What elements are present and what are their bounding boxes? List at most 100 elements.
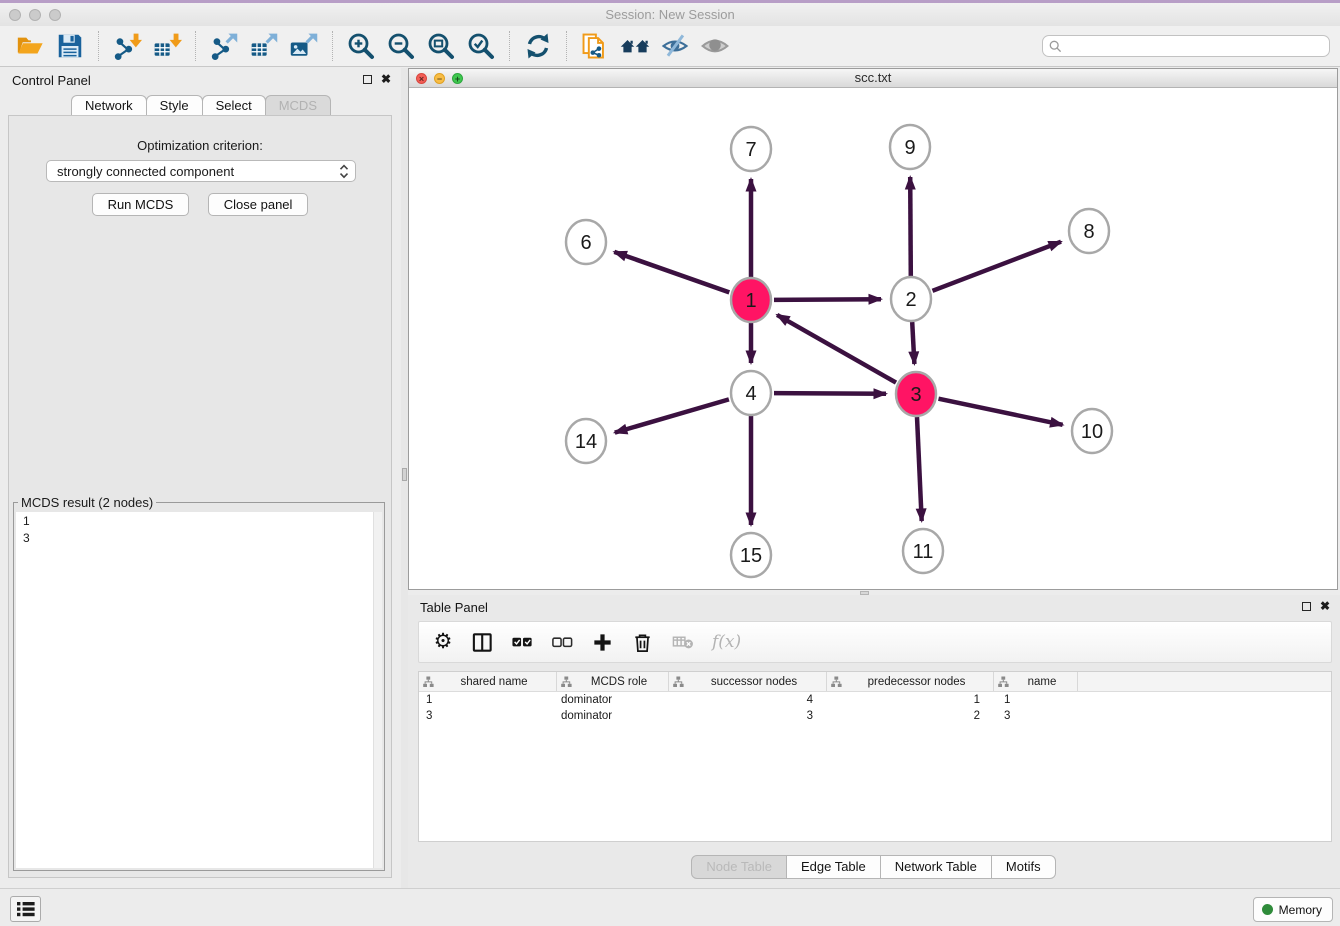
export-network-button[interactable] bbox=[207, 29, 241, 63]
node-table[interactable]: shared nameMCDS rolesuccessor nodes prede… bbox=[418, 671, 1332, 842]
network-canvas[interactable]: 1 2 3 4 6 7 8 9 10 11 14 15 bbox=[409, 89, 1337, 589]
node-8[interactable]: 8 bbox=[1069, 209, 1109, 253]
node-4[interactable]: 4 bbox=[731, 371, 771, 415]
zoom-window-button[interactable] bbox=[49, 9, 61, 21]
column-header-successor-nodes[interactable]: successor nodes bbox=[669, 672, 827, 691]
close-panel-button[interactable]: Close panel bbox=[208, 193, 309, 216]
table-cell[interactable]: 2 bbox=[827, 708, 994, 724]
zoom-out-button[interactable] bbox=[384, 29, 418, 63]
tab-node-table[interactable]: Node Table bbox=[691, 855, 787, 879]
node-15[interactable]: 15 bbox=[731, 533, 771, 577]
node-9[interactable]: 9 bbox=[890, 125, 930, 169]
import-network-button[interactable] bbox=[110, 29, 144, 63]
close-window-button[interactable] bbox=[9, 9, 21, 21]
edge-3-1[interactable] bbox=[777, 315, 896, 383]
node-6[interactable]: 6 bbox=[566, 220, 606, 264]
memory-button[interactable]: Memory bbox=[1253, 897, 1333, 922]
save-session-button[interactable] bbox=[53, 29, 87, 63]
tab-mcds[interactable]: MCDS bbox=[265, 95, 331, 117]
table-cell[interactable]: 3 bbox=[419, 708, 557, 724]
divider-grip[interactable] bbox=[402, 468, 407, 481]
open-session-button[interactable] bbox=[13, 29, 47, 63]
table-cell[interactable]: 3 bbox=[669, 708, 827, 724]
show-all-button[interactable] bbox=[698, 29, 732, 63]
select-all-icon[interactable] bbox=[511, 630, 534, 654]
network-graph[interactable]: 1 2 3 4 6 7 8 9 10 11 14 15 bbox=[409, 89, 1337, 590]
deselect-all-icon[interactable] bbox=[551, 630, 574, 654]
zoom-in-button[interactable] bbox=[344, 29, 378, 63]
hide-selected-button[interactable] bbox=[658, 29, 692, 63]
column-header-predecessor-nodes[interactable]: predecessor nodes bbox=[827, 672, 994, 691]
tab-motifs[interactable]: Motifs bbox=[991, 855, 1056, 879]
export-table-button[interactable] bbox=[247, 29, 281, 63]
export-image-button[interactable] bbox=[287, 29, 321, 63]
edge-1-2[interactable] bbox=[774, 299, 881, 300]
node-1[interactable]: 1 bbox=[731, 278, 771, 322]
panel-split-divider[interactable] bbox=[401, 68, 408, 888]
result-scrollbar[interactable] bbox=[373, 512, 382, 868]
table-row[interactable]: 1dominator411 bbox=[419, 692, 1331, 708]
tab-edge-table[interactable]: Edge Table bbox=[786, 855, 881, 879]
search-icon bbox=[1049, 40, 1062, 53]
task-history-button[interactable] bbox=[10, 896, 41, 922]
open-network-file-button[interactable] bbox=[578, 29, 612, 63]
column-header-shared-name[interactable]: shared name bbox=[419, 672, 557, 691]
import-table-button[interactable] bbox=[150, 29, 184, 63]
tab-style[interactable]: Style bbox=[146, 95, 203, 117]
close-table-panel-icon[interactable]: ✖ bbox=[1320, 601, 1330, 611]
add-row-icon[interactable] bbox=[591, 630, 614, 654]
search-box[interactable] bbox=[1042, 35, 1330, 57]
table-cell[interactable]: 1 bbox=[419, 692, 557, 708]
settings-icon[interactable]: ⚙ bbox=[432, 630, 454, 654]
column-header-name[interactable]: name bbox=[994, 672, 1078, 691]
column-header-MCDS-role[interactable]: MCDS role bbox=[557, 672, 669, 691]
zoom-selected-button[interactable] bbox=[464, 29, 498, 63]
column-label: predecessor nodes bbox=[844, 676, 989, 688]
float-panel-icon[interactable] bbox=[363, 75, 372, 84]
edge-4-14[interactable] bbox=[615, 399, 729, 432]
maximize-network-button[interactable]: + bbox=[452, 73, 463, 84]
table-cell[interactable]: dominator bbox=[557, 692, 669, 708]
close-network-button[interactable]: × bbox=[416, 73, 427, 84]
edge-4-3[interactable] bbox=[774, 393, 886, 394]
edge-1-6[interactable] bbox=[614, 252, 729, 293]
node-2[interactable]: 2 bbox=[891, 277, 931, 321]
edge-2-8[interactable] bbox=[933, 242, 1062, 291]
close-panel-icon[interactable]: ✖ bbox=[381, 74, 391, 84]
tab-select[interactable]: Select bbox=[202, 95, 266, 117]
columns-icon[interactable] bbox=[471, 630, 494, 654]
table-row[interactable]: 3dominator323 bbox=[419, 708, 1331, 724]
node-10[interactable]: 10 bbox=[1072, 409, 1112, 453]
table-cell[interactable]: dominator bbox=[557, 708, 669, 724]
node-14[interactable]: 14 bbox=[566, 419, 606, 463]
node-3[interactable]: 3 bbox=[896, 372, 936, 416]
node-11[interactable]: 11 bbox=[903, 529, 943, 573]
table-cell[interactable]: 3 bbox=[994, 708, 1078, 724]
refresh-view-button[interactable] bbox=[521, 29, 555, 63]
mcds-result-text[interactable]: 13 bbox=[16, 512, 382, 868]
tab-network[interactable]: Network bbox=[71, 95, 147, 117]
edge-2-9[interactable] bbox=[910, 177, 911, 276]
first-neighbors-button[interactable] bbox=[618, 29, 652, 63]
tab-network-table[interactable]: Network Table bbox=[880, 855, 992, 879]
minimize-network-button[interactable]: − bbox=[434, 73, 445, 84]
node-7[interactable]: 7 bbox=[731, 127, 771, 171]
table-cell[interactable]: 1 bbox=[827, 692, 994, 708]
table-panel: Table Panel ✖ ⚙f(x) shared nameMCDS role… bbox=[408, 595, 1340, 888]
float-table-panel-icon[interactable] bbox=[1302, 602, 1311, 611]
edge-3-10[interactable] bbox=[939, 399, 1063, 425]
divider-grip-horizontal[interactable] bbox=[860, 591, 869, 595]
network-window-titlebar[interactable]: × − + scc.txt bbox=[409, 69, 1337, 88]
table-cell[interactable]: 1 bbox=[994, 692, 1078, 708]
save-session-icon bbox=[55, 31, 85, 61]
toolbar-separator bbox=[509, 31, 510, 61]
table-cell[interactable]: 4 bbox=[669, 692, 827, 708]
search-input[interactable] bbox=[1066, 39, 1323, 53]
fit-content-button[interactable] bbox=[424, 29, 458, 63]
criterion-select[interactable]: strongly connected component bbox=[46, 160, 356, 182]
run-mcds-button[interactable]: Run MCDS bbox=[92, 193, 190, 216]
edge-2-3[interactable] bbox=[912, 322, 914, 364]
delete-row-icon[interactable] bbox=[631, 630, 654, 654]
minimize-window-button[interactable] bbox=[29, 9, 41, 21]
edge-3-11[interactable] bbox=[917, 417, 922, 521]
